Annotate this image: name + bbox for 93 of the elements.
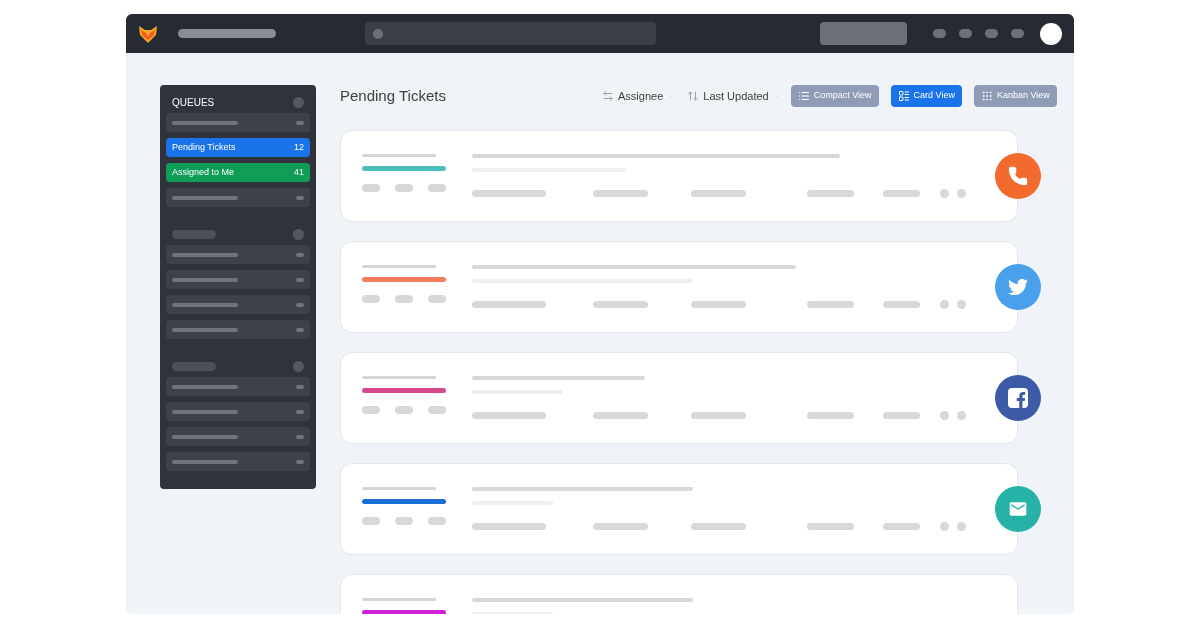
placeholder-bar xyxy=(362,517,380,525)
lines-icon xyxy=(897,90,910,102)
placeholder-bar xyxy=(807,412,854,419)
placeholder-bar xyxy=(296,434,304,439)
queue-item[interactable] xyxy=(166,427,310,446)
sort-dropdown[interactable]: Last Updated xyxy=(687,87,781,105)
toolbar-icon[interactable] xyxy=(985,29,998,38)
search-field[interactable] xyxy=(365,22,656,45)
placeholder-bar xyxy=(172,361,216,371)
toolbar-icon[interactable] xyxy=(933,29,946,38)
placeholder-bar xyxy=(172,302,238,307)
placeholder-bar xyxy=(172,409,238,414)
placeholder-bar xyxy=(296,302,304,307)
placeholder-bar xyxy=(883,190,920,197)
placeholder-bar xyxy=(172,252,238,257)
queue-item[interactable] xyxy=(166,295,310,314)
queue-label: Pending Tickets xyxy=(172,140,236,154)
envelope-icon xyxy=(1008,499,1028,519)
placeholder-bar xyxy=(296,409,304,414)
phone-icon xyxy=(1008,166,1028,186)
swap-arrows-icon xyxy=(602,90,614,102)
placeholder-bar xyxy=(362,184,380,192)
ticket-card[interactable] xyxy=(340,241,1018,333)
placeholder-bar xyxy=(296,277,304,282)
placeholder-bar xyxy=(807,190,854,197)
queue-label: Assigned to Me xyxy=(172,165,235,179)
placeholder-bar xyxy=(362,295,380,303)
placeholder-bar xyxy=(428,184,446,192)
placeholder-bar xyxy=(593,412,648,419)
placeholder-bar xyxy=(172,434,238,439)
ticket-card[interactable] xyxy=(340,352,1018,444)
grid-dots-icon xyxy=(980,90,993,102)
queue-item[interactable]: Assigned to Me 41 xyxy=(166,163,310,182)
placeholder-bar xyxy=(395,406,413,414)
queue-count: 12 xyxy=(294,140,304,154)
placeholder-bar xyxy=(172,120,238,125)
placeholder-bar xyxy=(362,406,380,414)
list-icon xyxy=(797,90,810,102)
view-tab[interactable]: Kanban View xyxy=(973,85,1057,107)
placeholder-bar xyxy=(395,295,413,303)
avatar[interactable] xyxy=(1040,22,1062,45)
placeholder-bar xyxy=(883,301,920,308)
placeholder-bar xyxy=(172,277,238,282)
placeholder-bar xyxy=(296,384,304,389)
ticket-card[interactable] xyxy=(340,130,1018,222)
placeholder-bar xyxy=(296,459,304,464)
placeholder-bar xyxy=(395,517,413,525)
ticket-card[interactable] xyxy=(340,463,1018,555)
toolbar-icon[interactable] xyxy=(1011,29,1024,38)
placeholder-bar xyxy=(593,523,648,530)
placeholder-bar xyxy=(883,523,920,530)
sort-arrows-icon xyxy=(687,90,700,102)
placeholder-bar xyxy=(172,229,216,239)
placeholder-bar xyxy=(883,412,920,419)
fox-logo-icon xyxy=(138,23,158,44)
letter-f-icon xyxy=(1008,388,1028,408)
placeholder-bar xyxy=(395,184,413,192)
queue-item[interactable] xyxy=(166,452,310,471)
placeholder-bar xyxy=(691,301,746,308)
placeholder-bar xyxy=(807,301,854,308)
placeholder-bar xyxy=(172,327,238,332)
bird-icon xyxy=(1008,277,1028,297)
queue-item[interactable]: Pending Tickets 12 xyxy=(166,138,310,157)
queue-item[interactable] xyxy=(166,320,310,339)
queue-item[interactable] xyxy=(166,245,310,264)
page-title: Pending Tickets xyxy=(340,85,447,106)
toolbar-icon[interactable] xyxy=(959,29,972,38)
placeholder-bar xyxy=(593,190,648,197)
queue-item[interactable] xyxy=(166,402,310,421)
placeholder-bar xyxy=(593,301,648,308)
queue-count: 41 xyxy=(294,165,304,179)
placeholder-bar xyxy=(691,523,746,530)
view-tab[interactable]: Compact View xyxy=(790,85,879,107)
placeholder-bar xyxy=(428,517,446,525)
queue-item[interactable] xyxy=(166,188,310,207)
placeholder-bar xyxy=(172,195,238,200)
placeholder-bar xyxy=(691,190,746,197)
queue-item[interactable] xyxy=(166,113,310,132)
queue-item[interactable] xyxy=(166,270,310,289)
placeholder-bar xyxy=(172,384,238,389)
placeholder-bar xyxy=(428,406,446,414)
sort-dropdown[interactable]: Assignee xyxy=(602,87,676,105)
placeholder-bar xyxy=(691,412,746,419)
placeholder-bar xyxy=(296,327,304,332)
placeholder-bar xyxy=(428,295,446,303)
placeholder-bar xyxy=(807,523,854,530)
view-tab[interactable]: Card View xyxy=(890,85,962,107)
queue-item[interactable] xyxy=(166,377,310,396)
placeholder-bar xyxy=(296,252,304,257)
placeholder-bar xyxy=(296,195,304,200)
placeholder-bar xyxy=(296,120,304,125)
sidebar-heading: QUEUES xyxy=(172,95,215,110)
placeholder-bar xyxy=(172,459,238,464)
